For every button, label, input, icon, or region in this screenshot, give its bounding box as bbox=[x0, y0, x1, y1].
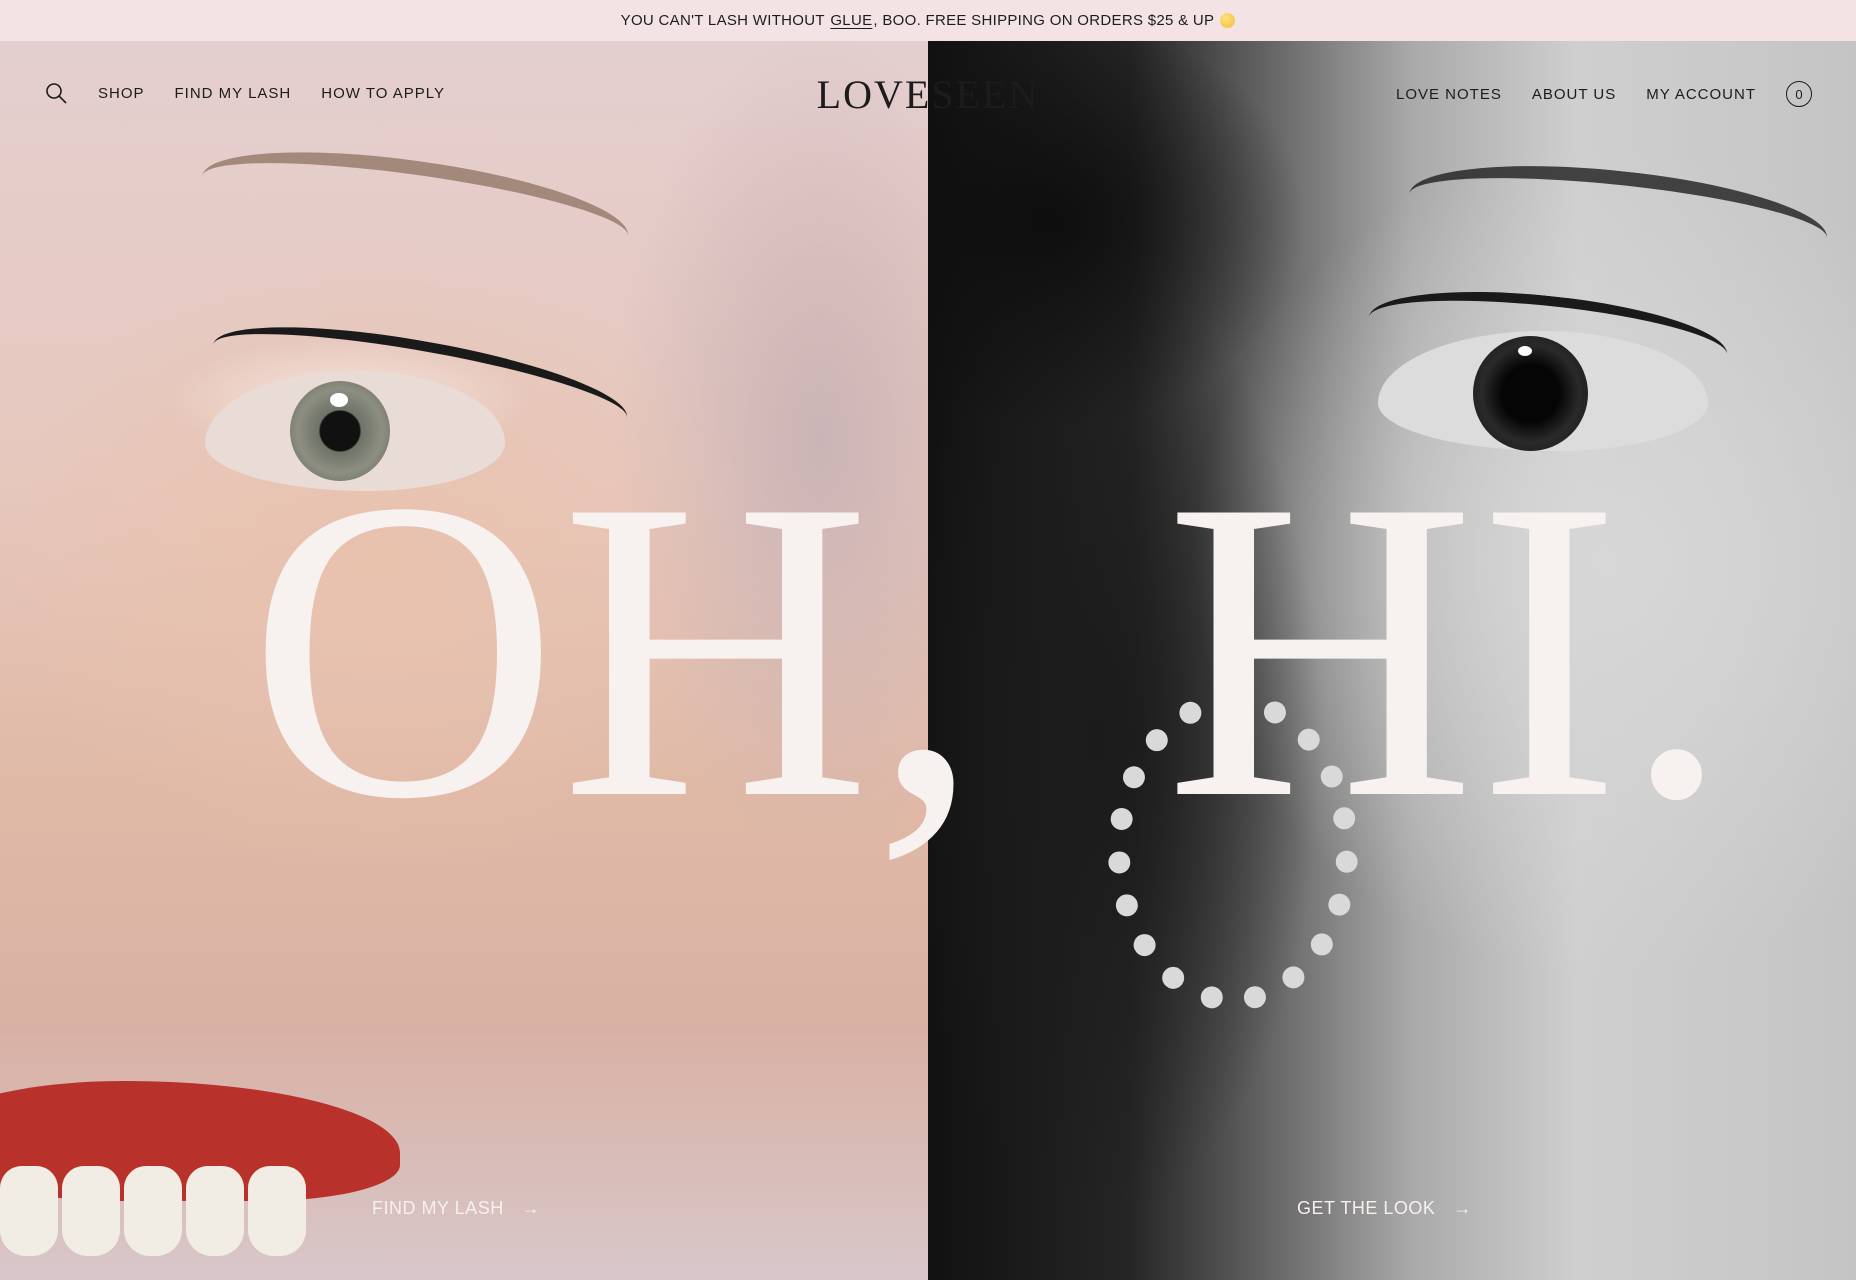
nav-shop[interactable]: SHOP bbox=[98, 85, 145, 102]
nav-find-my-lash[interactable]: FIND MY LASH bbox=[175, 85, 292, 102]
cart-count: 0 bbox=[1795, 86, 1803, 102]
nav-how-to-apply[interactable]: HOW TO APPLY bbox=[321, 85, 445, 102]
announcement-text-rest: , BOO. FREE SHIPPING ON ORDERS $25 & UP bbox=[873, 12, 1215, 29]
cart-icon[interactable]: 0 bbox=[1786, 81, 1812, 107]
eyebrow-shape bbox=[195, 131, 635, 281]
nav-love-notes[interactable]: LOVE NOTES bbox=[1396, 86, 1502, 103]
smiling-face-icon bbox=[1220, 13, 1236, 28]
arrow-right-icon: → bbox=[521, 1198, 541, 1218]
headline-right: HI. bbox=[1165, 412, 1733, 888]
nav-left: SHOP FIND MY LASH HOW TO APPLY bbox=[44, 81, 445, 105]
site-header: SHOP FIND MY LASH HOW TO APPLY LOVESEEN … bbox=[0, 41, 1856, 146]
nav-my-account[interactable]: MY ACCOUNT bbox=[1646, 86, 1756, 103]
site-logo[interactable]: LOVESEEN bbox=[817, 71, 1040, 118]
nav-right: LOVE NOTES ABOUT US MY ACCOUNT 0 bbox=[1396, 81, 1812, 107]
announcement-text: YOU CAN'T LASH WITHOUT bbox=[620, 12, 825, 29]
get-the-look-button[interactable]: GET THE LOOK → bbox=[1297, 1198, 1472, 1219]
hero-headline: OH, HI. bbox=[0, 412, 1856, 888]
search-icon[interactable] bbox=[44, 81, 68, 105]
teeth-shape bbox=[0, 1166, 306, 1256]
cta-label: FIND MY LASH bbox=[372, 1198, 504, 1218]
arrow-right-icon: → bbox=[1453, 1198, 1472, 1218]
announcement-bar: YOU CAN'T LASH WITHOUT GLUE, BOO. FREE S… bbox=[0, 0, 1856, 41]
nav-about-us[interactable]: ABOUT US bbox=[1532, 86, 1616, 103]
glue-link[interactable]: GLUE bbox=[830, 12, 872, 29]
headline-left: OH, bbox=[248, 412, 983, 888]
find-my-lash-button[interactable]: FIND MY LASH → bbox=[372, 1198, 540, 1219]
eyebrow-shape bbox=[1404, 149, 1832, 283]
cta-label: GET THE LOOK bbox=[1297, 1198, 1436, 1218]
